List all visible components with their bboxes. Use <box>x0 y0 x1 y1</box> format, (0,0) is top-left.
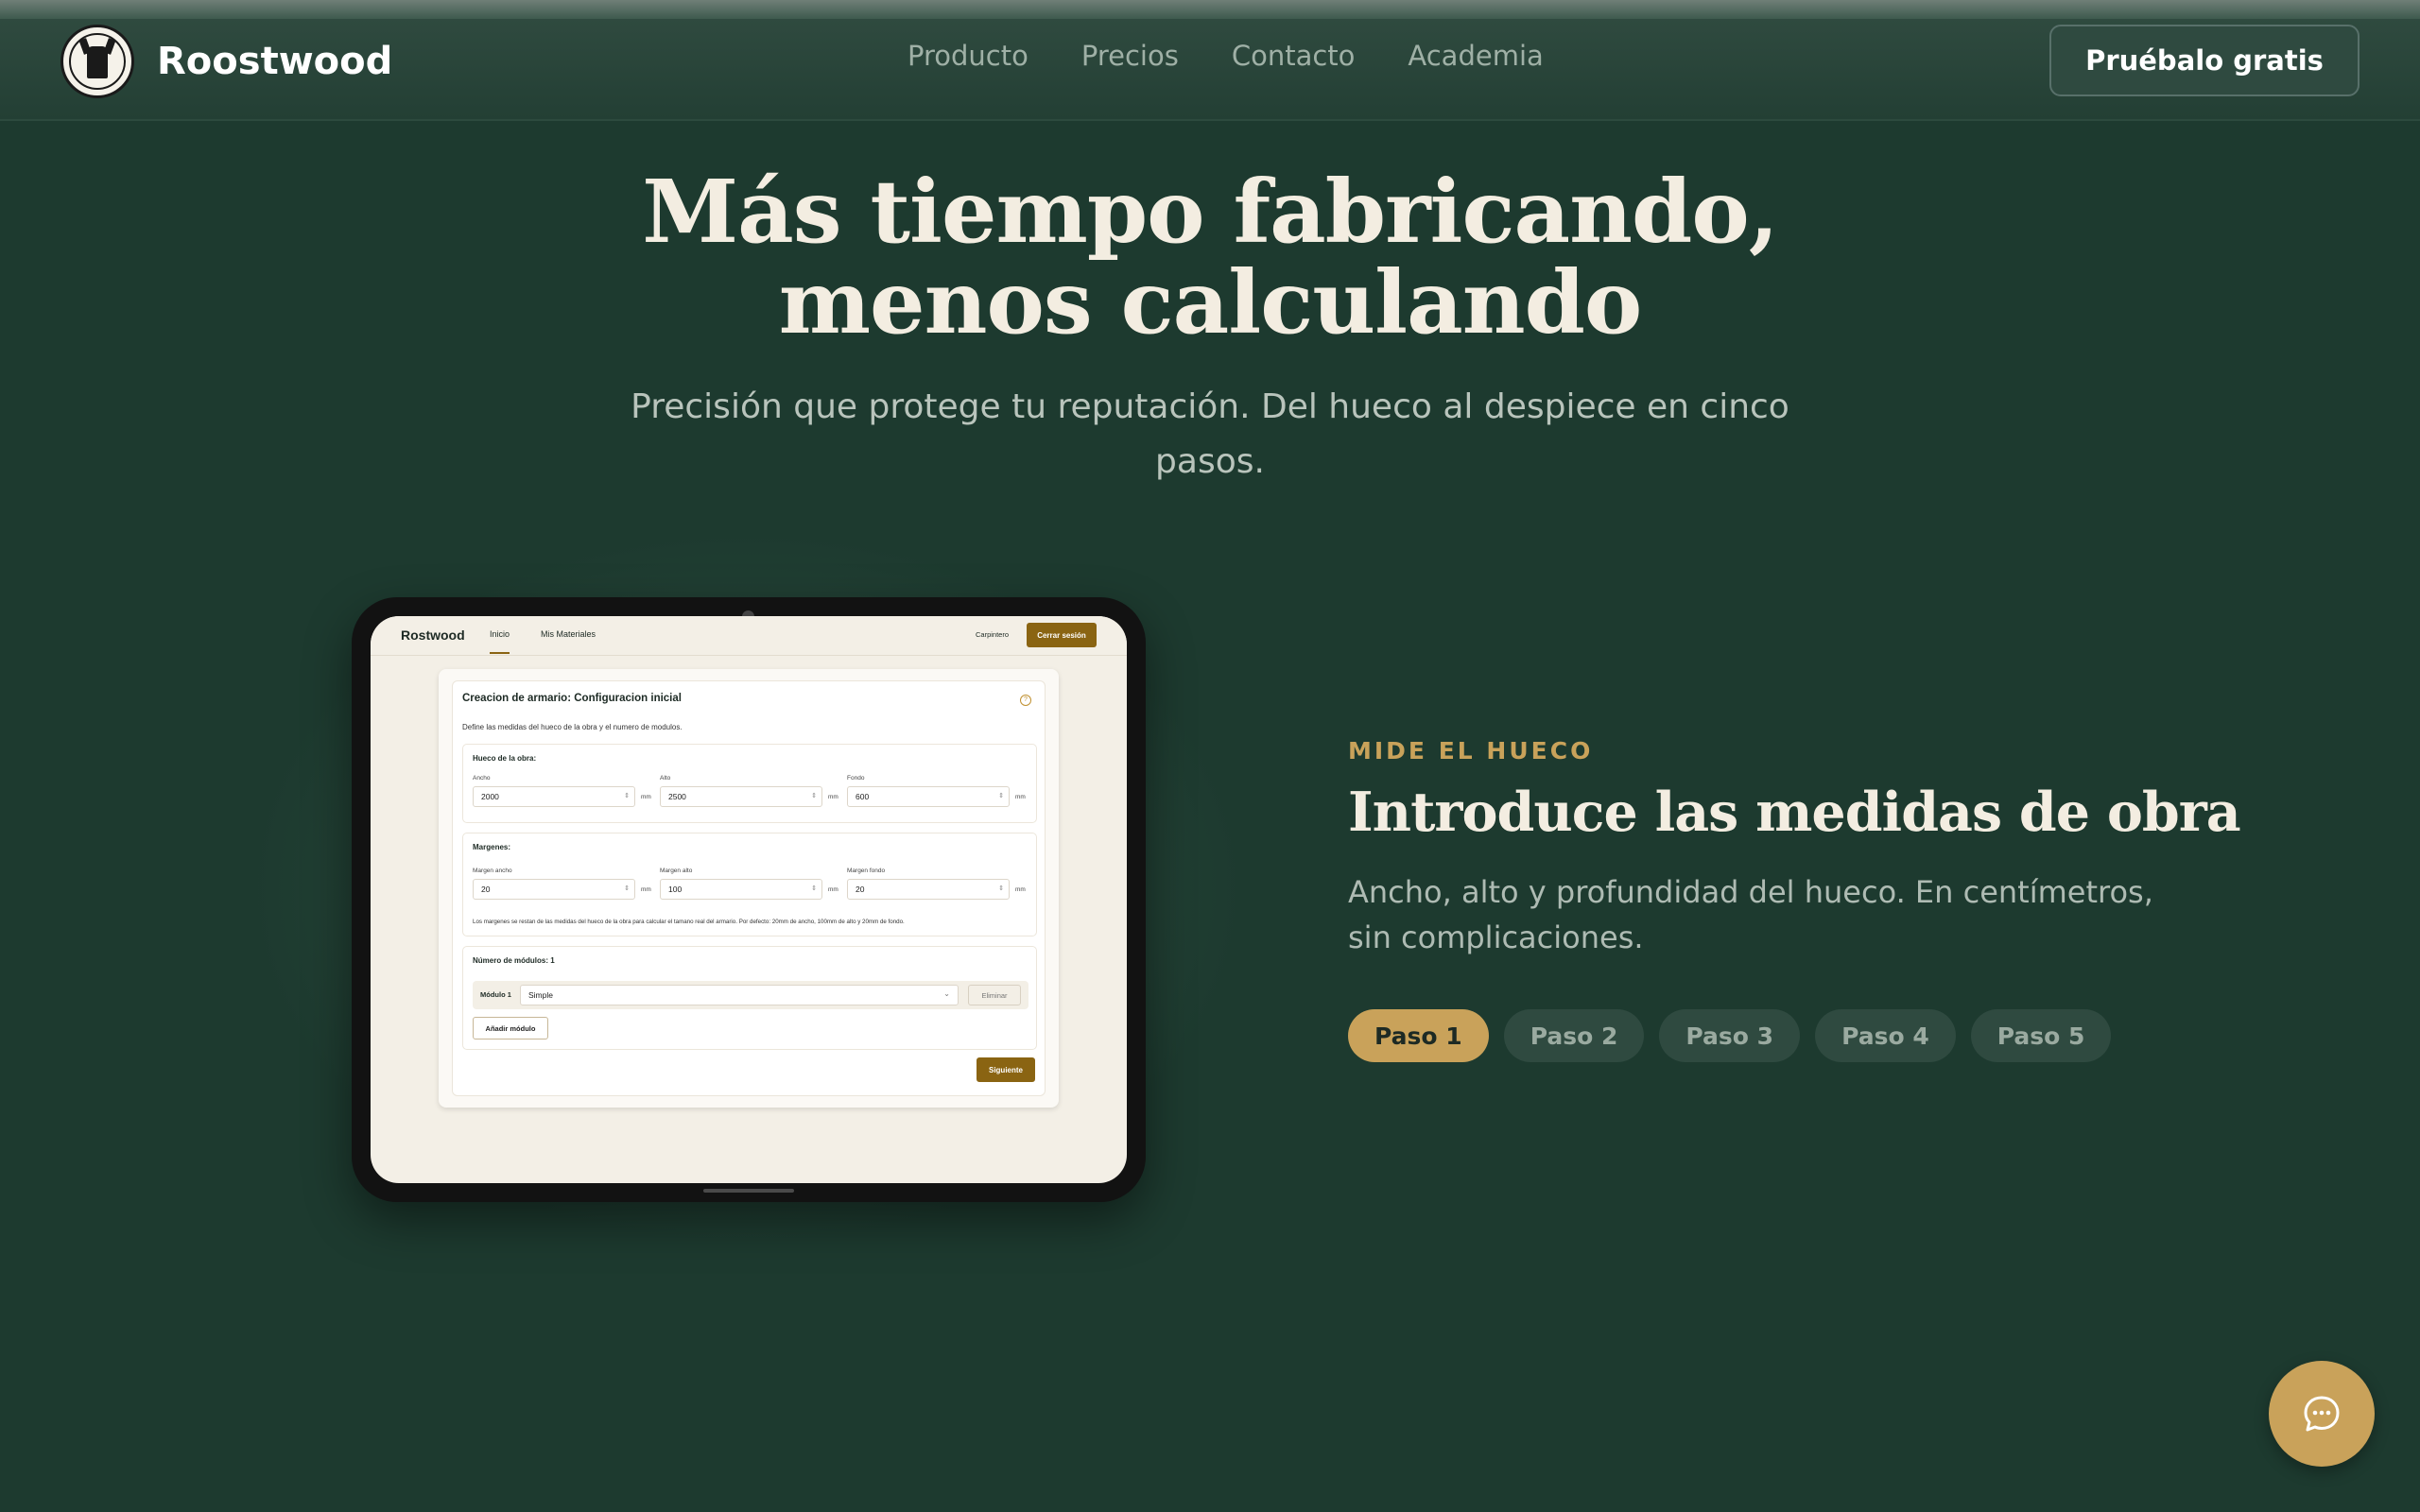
margenes-section: Margenes: Margen ancho 20 ⇕ mm Margen alt… <box>462 833 1037 936</box>
spinner-icon[interactable]: ⇕ <box>811 885 817 892</box>
app-navbar: Rostwood Inicio Mis Materiales Carpinter… <box>371 616 1127 656</box>
nav-link-precios[interactable]: Precios <box>1081 40 1179 72</box>
alto-input[interactable]: 2500 ⇕ <box>660 786 822 807</box>
margen-alto-value: 100 <box>668 885 683 894</box>
try-free-button[interactable]: Pruébalo gratis <box>2049 25 2360 96</box>
ancho-input[interactable]: 2000 ⇕ <box>473 786 635 807</box>
module-type-value: Simple <box>528 990 553 1000</box>
margen-fondo-label: Margen fondo <box>847 868 886 874</box>
margen-ancho-input[interactable]: 20 ⇕ <box>473 879 635 900</box>
step-selector: Paso 1 Paso 2 Paso 3 Paso 4 Paso 5 <box>1348 1009 2112 1062</box>
step-pill-1[interactable]: Paso 1 <box>1348 1009 1489 1062</box>
step-pill-4[interactable]: Paso 4 <box>1815 1009 1956 1062</box>
brand[interactable]: Roostwood <box>60 25 392 98</box>
modulos-section: Número de módulos: 1 Módulo 1 Simple ⌄ El… <box>462 946 1037 1050</box>
fondo-input[interactable]: 600 ⇕ <box>847 786 1010 807</box>
delete-module-button[interactable]: Eliminar <box>968 985 1021 1005</box>
margen-fondo-unit: mm <box>1015 886 1026 893</box>
step-description: Ancho, alto y profundidad del hueco. En … <box>1348 874 2153 955</box>
app-tab-inicio[interactable]: Inicio <box>490 629 510 654</box>
alto-label: Alto <box>660 775 671 782</box>
hueco-title: Hueco de la obra: <box>473 754 537 763</box>
app-user-name: Carpintero <box>976 630 1010 639</box>
fondo-label: Fondo <box>847 775 865 782</box>
hero-title-line-1: Más tiempo fabricando, <box>642 161 1778 263</box>
roostwood-logo[interactable] <box>60 25 134 98</box>
alto-value: 2500 <box>668 792 686 801</box>
config-card-title: Creacion de armario: Configuracion inici… <box>462 693 682 704</box>
app-logo[interactable]: Rostwood <box>401 627 465 643</box>
hero-subtitle: Precisión que protege tu reputación. Del… <box>631 387 1789 481</box>
hero-title: Más tiempo fabricando, menos calculando <box>0 166 2420 348</box>
config-card: Creacion de armario: Configuracion inici… <box>439 669 1059 1108</box>
step-title: Introduce las medidas de obra <box>1348 781 2241 844</box>
app-tab-materiales[interactable]: Mis Materiales <box>541 629 596 639</box>
chat-button[interactable] <box>2269 1361 2375 1467</box>
add-module-button[interactable]: Añadir módulo <box>473 1017 548 1040</box>
alto-unit: mm <box>828 794 838 800</box>
site-header: Roostwood Producto Precios Contacto Acad… <box>0 19 2420 121</box>
margen-fondo-input[interactable]: 20 ⇕ <box>847 879 1010 900</box>
margen-fondo-value: 20 <box>856 885 865 894</box>
spinner-icon[interactable]: ⇕ <box>811 792 817 799</box>
margen-ancho-value: 20 <box>481 885 491 894</box>
module-label: Módulo 1 <box>480 990 511 999</box>
chat-bubble-icon <box>2304 1396 2340 1432</box>
spinner-icon[interactable]: ⇕ <box>624 792 630 799</box>
hueco-section: Hueco de la obra: Ancho 2000 ⇕ mm Alto 25… <box>462 744 1037 823</box>
next-button[interactable]: Siguiente <box>977 1057 1035 1082</box>
modulos-title: Número de módulos: 1 <box>473 956 555 965</box>
tablet-mockup: Rostwood Inicio Mis Materiales Carpinter… <box>352 597 1146 1202</box>
window-top-strip <box>0 0 2420 19</box>
question-circle-icon[interactable]: ? <box>1020 695 1031 706</box>
margen-alto-input[interactable]: 100 ⇕ <box>660 879 822 900</box>
margenes-title: Margenes: <box>473 843 511 851</box>
step-pill-5[interactable]: Paso 5 <box>1970 1009 2112 1062</box>
config-card-inner: Creacion de armario: Configuracion inici… <box>452 680 1046 1096</box>
ancho-label: Ancho <box>473 775 491 782</box>
module-type-select[interactable]: Simple ⌄ <box>520 985 959 1005</box>
step-pill-3[interactable]: Paso 3 <box>1659 1009 1801 1062</box>
nav-link-academia[interactable]: Academia <box>1408 40 1543 72</box>
ancho-value: 2000 <box>481 792 499 801</box>
margen-alto-label: Margen alto <box>660 868 693 874</box>
logo-rooster-figure <box>87 46 108 78</box>
chevron-down-icon: ⌄ <box>943 989 950 998</box>
app-screen: Rostwood Inicio Mis Materiales Carpinter… <box>371 616 1127 1183</box>
fondo-value: 600 <box>856 792 870 801</box>
margen-ancho-label: Margen ancho <box>473 868 512 874</box>
nav-link-producto[interactable]: Producto <box>908 40 1028 72</box>
module-row: Módulo 1 Simple ⌄ Eliminar <box>473 981 1028 1009</box>
margenes-note: Los margenes se restan de las medidas de… <box>473 919 905 925</box>
brand-name[interactable]: Roostwood <box>157 40 392 83</box>
spinner-icon[interactable]: ⇕ <box>998 792 1004 799</box>
margen-alto-unit: mm <box>828 886 838 893</box>
ancho-unit: mm <box>641 794 651 800</box>
config-card-description: Define las medidas del hueco de la obra … <box>462 723 683 731</box>
spinner-icon[interactable]: ⇕ <box>998 885 1004 892</box>
main-nav: Producto Precios Contacto Academia <box>908 40 1544 72</box>
hero-title-line-2: menos calculando <box>778 251 1643 353</box>
step-eyebrow: MIDE EL HUECO <box>1348 737 1594 765</box>
fondo-unit: mm <box>1015 794 1026 800</box>
step-pill-2[interactable]: Paso 2 <box>1503 1009 1645 1062</box>
spinner-icon[interactable]: ⇕ <box>624 885 630 892</box>
margen-ancho-unit: mm <box>641 886 651 893</box>
nav-link-contacto[interactable]: Contacto <box>1232 40 1356 72</box>
tablet-home-bar <box>703 1189 794 1193</box>
app-logout-button[interactable]: Cerrar sesión <box>1027 623 1097 647</box>
